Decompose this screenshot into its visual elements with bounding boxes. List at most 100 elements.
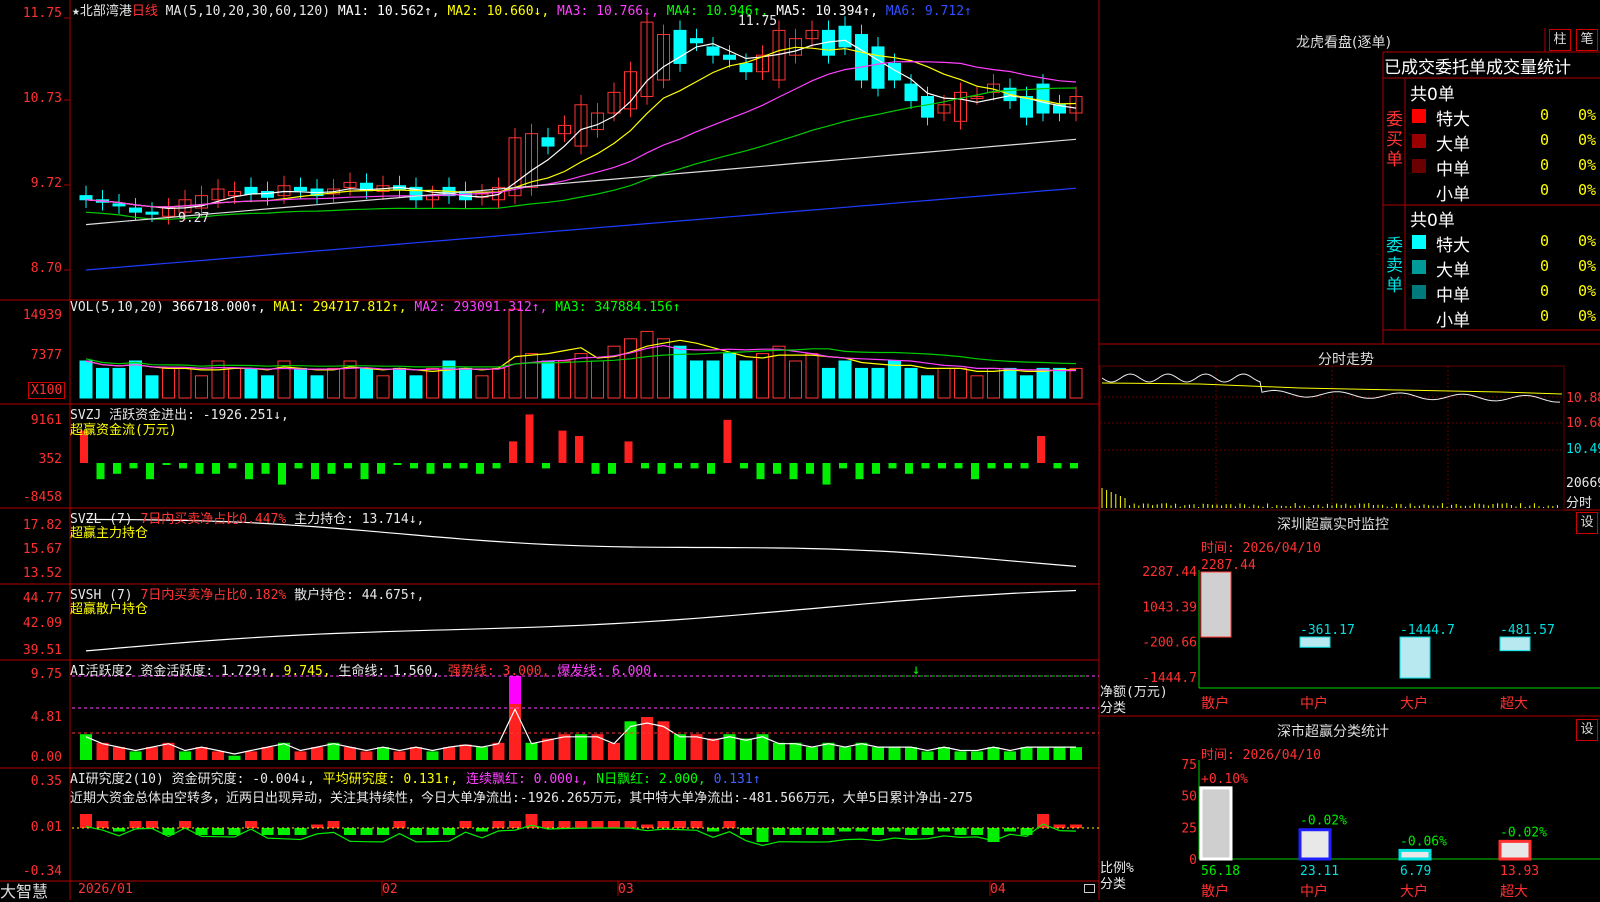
vol-bar [806, 354, 818, 398]
cls-value-1: 23.11 [1300, 864, 1339, 879]
candle [146, 212, 158, 214]
ai-research-bar [773, 828, 785, 835]
vol-bar [526, 354, 538, 398]
period-label[interactable]: 日线 [132, 4, 158, 19]
bar-mode-button[interactable]: 柱 [1549, 29, 1571, 51]
intraday-title: 分时走势 [1318, 349, 1374, 369]
ai-active-spike [509, 676, 521, 704]
candle [80, 196, 92, 200]
monitor-bar-1 [1300, 637, 1330, 647]
ai-active-bar [740, 739, 752, 761]
vol-bar [1037, 368, 1049, 398]
vol-bar [641, 331, 653, 398]
cls-bar-2 [1400, 850, 1430, 859]
svzj-subtitle: 超赢资金流(万元) [70, 419, 177, 438]
buy-row-name-3: 小单 [1436, 180, 1470, 205]
ai-active-bar [542, 739, 554, 761]
vol-value-1: MA1: 294717.812↑, [274, 300, 415, 315]
vol-ma2-line [86, 346, 1076, 371]
svzj-bar [113, 463, 121, 474]
candle [839, 26, 851, 47]
svzj-bar [146, 463, 154, 479]
svzj-bar [245, 463, 253, 479]
ai-active-bar [493, 743, 505, 760]
ai-active-bar [311, 747, 323, 760]
vol-bar [707, 361, 719, 398]
vol-bar [163, 368, 175, 398]
svzj-bar [229, 463, 237, 468]
ai-research-bar [97, 821, 109, 828]
vol-bar [823, 368, 835, 398]
svzj-bar [724, 420, 732, 463]
vol-bar [757, 354, 769, 398]
buy-row-count-2: 0 [1540, 156, 1549, 174]
vol-bar [592, 361, 604, 398]
vol-bar [955, 368, 967, 398]
svzj-bar [872, 463, 880, 474]
ai-research-bar [823, 828, 835, 835]
svzj-bar [806, 463, 814, 474]
ai-research-bar [460, 821, 472, 828]
svsh-ratio: 7日内买卖净占比0.182% [140, 588, 286, 603]
tab-orders[interactable]: 委托单 [1435, 58, 1486, 78]
monitor-bar-2 [1400, 637, 1430, 678]
ai-research-bar [493, 821, 505, 828]
ai-active-bar [938, 747, 950, 760]
svzj-bar [856, 463, 864, 479]
vol-bar [262, 376, 274, 398]
ai-research-comment: 近期大资金总体由空转多，近两日出现异动，关注其持续性，今日大单净流出:-1926… [70, 787, 1100, 806]
vol-bar [542, 361, 554, 398]
ai-research-bar [427, 828, 439, 835]
ai-research-v2: 平均研究度: 0.131↑, [323, 772, 458, 787]
ai-active-bar [146, 747, 158, 760]
tab-volume-stat[interactable]: 成交量统计 [1486, 58, 1571, 78]
vol-bar [691, 361, 703, 398]
vol-bar [328, 368, 340, 398]
svzj-bar [823, 463, 831, 485]
vol-label: VOL(5,10,20) [70, 300, 164, 315]
cls-value-3: 13.93 [1500, 864, 1539, 879]
cls-pct-0: +0.10% [1201, 772, 1248, 787]
vol-bar [889, 361, 901, 398]
candle [740, 63, 752, 71]
sell-row-swatch-0 [1412, 235, 1426, 249]
vol-bar [938, 368, 950, 398]
vol-bar [476, 376, 488, 398]
cls-settings-button[interactable]: 设 [1576, 719, 1598, 741]
svzj-bar [526, 414, 534, 463]
tab-done[interactable]: 已成交 [1384, 58, 1435, 78]
cls-cat-0: 散户 [1201, 883, 1229, 900]
monitor-bar-label-0: 2287.44 [1201, 558, 1256, 573]
ai-active-v2: , 9.745, [268, 664, 331, 679]
ai-research-bar [394, 821, 406, 828]
x-tick-0: 2026/01 [78, 882, 133, 897]
svsh-ytick-0: 44.77 [0, 591, 62, 606]
cls-bar-1 [1300, 830, 1330, 859]
cls-ytick-2: 25 [1181, 821, 1197, 836]
vol-bar [922, 376, 934, 398]
pen-mode-button[interactable]: 笔 [1576, 29, 1598, 51]
cls-bar-0 [1201, 788, 1231, 859]
sell-row-name-1: 大单 [1436, 256, 1470, 281]
intraday-tick-1: 10.68 [1566, 416, 1600, 431]
lock-icon[interactable] [1084, 884, 1095, 893]
ai-active-bar [460, 745, 472, 760]
svzj-bar [163, 463, 171, 465]
ai-active-bar [1070, 747, 1082, 760]
vol-bar [229, 368, 241, 398]
stock-name[interactable]: ★北部湾港 [72, 4, 132, 19]
sz-monitor-settings-button[interactable]: 设 [1576, 512, 1598, 534]
vol-bar [559, 361, 571, 398]
cls-ytick-1: 50 [1181, 790, 1197, 805]
candle [872, 47, 884, 88]
vol-bar [971, 376, 983, 398]
main-ytick-3: 8.70 [0, 261, 62, 276]
chart-canvas[interactable]: ↓ 2287.44 1043.39 -200.66 -1444.7 2287.44 -361… [0, 0, 1600, 900]
vol-header: VOL(5,10,20) 366718.000↑, MA1: 294717.81… [70, 300, 681, 315]
monitor-cat-2: 大户 [1400, 695, 1428, 712]
ai-research-bar [658, 821, 670, 828]
x-tick-2: 03 [618, 882, 634, 897]
svzj-bar [476, 463, 484, 474]
ai-active-bar [130, 751, 142, 760]
ai-active-bar [839, 747, 851, 760]
